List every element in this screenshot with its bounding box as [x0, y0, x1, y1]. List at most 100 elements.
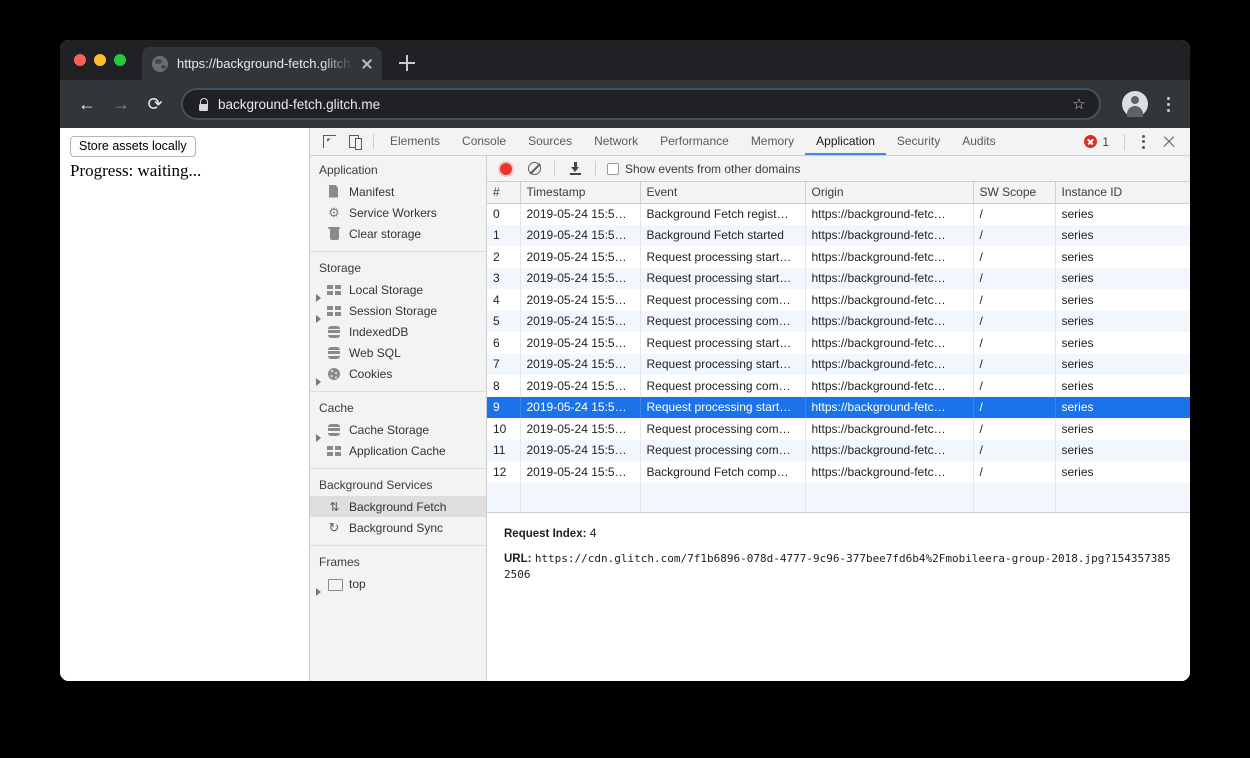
sidebar-group-application: Application Manifest ⚙ Service Workers C… [310, 161, 486, 251]
sidebar-item-background-sync[interactable]: ↻ Background Sync [310, 517, 486, 538]
sidebar-item-application-cache[interactable]: Application Cache [310, 440, 486, 461]
sidebar-item-cookies[interactable]: Cookies [310, 363, 486, 386]
events-table-container[interactable]: # Timestamp Event Origin SW Scope Instan… [487, 182, 1190, 513]
tab-memory[interactable]: Memory [740, 128, 805, 155]
window-close-button[interactable] [74, 54, 86, 66]
sidebar-item-background-fetch[interactable]: ⇅ Background Fetch [310, 496, 486, 517]
device-toolbar-icon[interactable] [342, 128, 368, 155]
show-events-from-other-domains-option[interactable]: Show events from other domains [603, 162, 800, 176]
tab-console[interactable]: Console [451, 128, 517, 155]
table-row[interactable]: 2 2019-05-24 15:5… Request processing star… [487, 246, 1190, 268]
tab-audits[interactable]: Audits [951, 128, 1006, 155]
row-origin: https://background-fetc… [805, 203, 974, 225]
detail-request-index-value: 4 [589, 526, 597, 540]
table-row[interactable]: 12 2019-05-24 15:5… Background Fetch comp…… [487, 461, 1190, 483]
row-index: 5 [487, 310, 521, 332]
sidebar-item-label: Cache Storage [349, 422, 430, 437]
show-events-checkbox[interactable] [607, 162, 619, 175]
table-row[interactable]: 9 2019-05-24 15:5… Request processing star… [487, 396, 1190, 418]
bookmark-star-icon[interactable]: ☆ [1069, 95, 1089, 113]
row-event: Background Fetch started [640, 224, 806, 246]
window-maximize-button[interactable] [114, 54, 126, 66]
table-row[interactable]: 6 2019-05-24 15:5… Request processing star… [487, 332, 1190, 354]
table-row[interactable]: 3 2019-05-24 15:5… Request processing star… [487, 267, 1190, 289]
column-header-event[interactable]: Event [640, 182, 806, 204]
devtools-more-menu-icon[interactable] [1132, 131, 1154, 153]
error-count-label: 1 [1102, 134, 1109, 149]
globe-icon [152, 55, 168, 72]
row-index: 8 [487, 375, 521, 397]
sidebar-item-cache-storage[interactable]: Cache Storage [310, 419, 486, 442]
frame-icon [326, 577, 343, 591]
column-header-sw-scope[interactable]: SW Scope [973, 182, 1056, 204]
row-sw-scope: / [973, 396, 1056, 418]
devtools-panel: Elements Console Sources Network Perform… [310, 128, 1190, 681]
tab-application[interactable]: Application [805, 128, 886, 155]
table-row[interactable]: 7 2019-05-24 15:5… Request processing star… [487, 353, 1190, 375]
row-timestamp: 2019-05-24 15:5… [520, 310, 641, 332]
sidebar-item-service-workers[interactable]: ⚙ Service Workers [310, 202, 486, 223]
sidebar-item-label: Background Fetch [349, 499, 447, 514]
table-row[interactable]: 11 2019-05-24 15:5… Request processing com… [487, 439, 1190, 461]
sidebar-item-web-sql[interactable]: Web SQL [310, 342, 486, 363]
sidebar-group-frames: Frames top [310, 545, 486, 601]
store-assets-locally-button[interactable]: Store assets locally [70, 136, 196, 157]
avatar-icon[interactable] [1122, 91, 1148, 117]
table-row[interactable]: 0 2019-05-24 15:5… Background Fetch regist… [487, 203, 1190, 225]
browser-tab-title: https://background-fetch.glitch.me [177, 56, 354, 71]
sidebar-item-local-storage[interactable]: Local Storage [310, 279, 486, 302]
record-button[interactable] [493, 157, 519, 181]
devtools-close-icon[interactable] [1156, 131, 1182, 153]
row-timestamp: 2019-05-24 15:5… [520, 396, 641, 418]
error-count-badge[interactable]: 1 [1076, 135, 1117, 149]
tab-sources[interactable]: Sources [517, 128, 583, 155]
sidebar-item-top-frame[interactable]: top [310, 573, 486, 596]
forward-button[interactable]: → [106, 89, 136, 119]
tab-elements[interactable]: Elements [379, 128, 451, 155]
row-sw-scope: / [973, 332, 1056, 354]
column-header-timestamp[interactable]: Timestamp [520, 182, 641, 204]
tab-performance[interactable]: Performance [649, 128, 740, 155]
cookie-icon [326, 367, 342, 381]
table-filler-cell [1055, 483, 1190, 513]
row-instance-id: series [1061, 443, 1094, 458]
browser-tabstrip: https://background-fetch.glitch.me [60, 40, 1190, 80]
column-header-index[interactable]: # [487, 182, 521, 204]
reload-button[interactable]: ⟳ [140, 89, 170, 119]
row-index: 3 [487, 267, 521, 289]
detail-url-value[interactable]: https://cdn.glitch.com/7f1b6896-078d-477… [504, 552, 1171, 581]
tab-network[interactable]: Network [583, 128, 649, 155]
tab-security[interactable]: Security [886, 128, 951, 155]
sidebar-item-clear-storage[interactable]: Clear storage [310, 223, 486, 244]
sidebar-item-label: Application Cache [349, 443, 446, 458]
three-dot-menu-icon[interactable] [1158, 93, 1178, 115]
sidebar-item-indexeddb[interactable]: IndexedDB [310, 321, 486, 342]
table-row[interactable]: 4 2019-05-24 15:5… Request processing com…… [487, 289, 1190, 311]
show-events-label-text: Show events from other domains [625, 161, 801, 176]
column-header-origin[interactable]: Origin [805, 182, 974, 204]
table-row[interactable]: 5 2019-05-24 15:5… Request processing com…… [487, 310, 1190, 332]
sidebar-item-manifest[interactable]: Manifest [310, 181, 486, 202]
back-button[interactable]: ← [72, 89, 102, 119]
table-filler-cell [520, 482, 641, 512]
address-bar[interactable]: background-fetch.glitch.me ☆ [182, 89, 1100, 119]
column-header-instance-id[interactable]: Instance ID [1055, 182, 1190, 204]
window-minimize-button[interactable] [94, 54, 106, 66]
table-row[interactable]: 10 2019-05-24 15:5… Request processing com… [487, 418, 1190, 440]
row-origin: https://background-fetc… [805, 396, 974, 418]
toolbar-divider [595, 161, 596, 176]
download-button[interactable] [562, 157, 588, 181]
devtools-tabbar: Elements Console Sources Network Perform… [310, 128, 1190, 156]
sidebar-item-label: Service Workers [349, 205, 437, 220]
inspect-element-icon[interactable] [316, 128, 342, 155]
row-sw-scope: / [973, 375, 1056, 397]
sidebar-item-session-storage[interactable]: Session Storage [310, 300, 486, 323]
row-event: Request processing start… [640, 396, 806, 418]
table-row[interactable]: 1 2019-05-24 15:5… Background Fetch starte… [487, 224, 1190, 246]
browser-tab-active[interactable]: https://background-fetch.glitch.me [142, 47, 382, 80]
clear-button[interactable] [521, 157, 547, 181]
new-tab-button[interactable] [392, 48, 422, 78]
tab-close-icon[interactable] [358, 55, 376, 73]
table-row[interactable]: 8 2019-05-24 15:5… Request processing com…… [487, 375, 1190, 397]
background-fetch-panel: Show events from other domains # Timesta… [487, 156, 1190, 681]
